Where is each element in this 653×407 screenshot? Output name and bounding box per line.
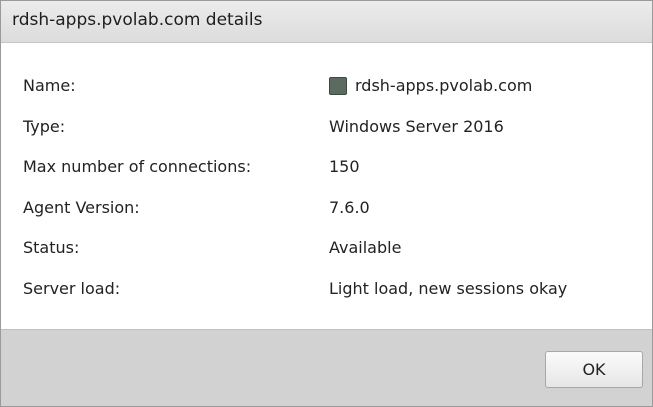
- dialog-footer: OK: [1, 329, 652, 406]
- ok-button[interactable]: OK: [545, 351, 643, 388]
- server-load-value: Light load, new sessions okay: [329, 279, 568, 298]
- detail-row-agent-version: Agent Version: 7.6.0: [1, 194, 652, 224]
- name-value: rdsh-apps.pvolab.com: [355, 76, 533, 95]
- detail-row-name: Name: rdsh-apps.pvolab.com: [1, 72, 652, 102]
- detail-row-server-load: Server load: Light load, new sessions ok…: [1, 275, 652, 305]
- status-value: Available: [329, 238, 402, 257]
- detail-row-max-connections: Max number of connections: 150: [1, 153, 652, 183]
- type-label: Type:: [23, 117, 66, 136]
- max-connections-label: Max number of connections:: [23, 157, 252, 176]
- details-dialog: rdsh-apps.pvolab.com details Name: rdsh-…: [0, 0, 653, 407]
- detail-row-status: Status: Available: [1, 234, 652, 264]
- details-panel: Name: rdsh-apps.pvolab.com Type: Windows…: [1, 44, 652, 329]
- name-value-container: rdsh-apps.pvolab.com: [329, 76, 532, 95]
- dialog-titlebar[interactable]: rdsh-apps.pvolab.com details: [1, 1, 652, 43]
- server-load-label: Server load:: [23, 279, 121, 298]
- agent-version-value: 7.6.0: [329, 198, 370, 217]
- name-label: Name:: [23, 76, 76, 95]
- server-icon: [329, 76, 347, 95]
- status-label: Status:: [23, 238, 80, 257]
- type-value: Windows Server 2016: [329, 117, 504, 136]
- max-connections-value: 150: [329, 157, 360, 176]
- agent-version-label: Agent Version:: [23, 198, 140, 217]
- dialog-title: rdsh-apps.pvolab.com details: [12, 10, 263, 30]
- detail-row-type: Type: Windows Server 2016: [1, 113, 652, 143]
